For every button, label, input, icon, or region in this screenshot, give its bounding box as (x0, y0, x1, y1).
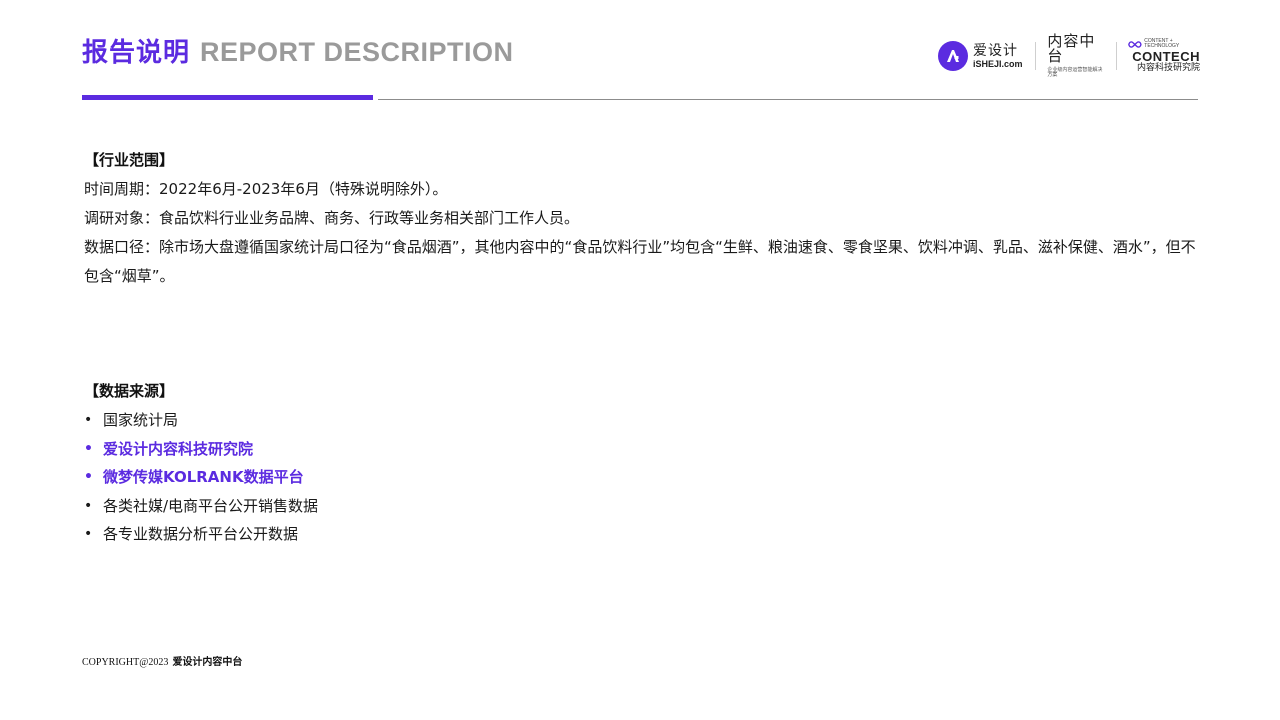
scope-data-definition: 数据口径：除市场大盘遵循国家统计局口径为“食品烟酒”，其他内容中的“食品饮料行业… (84, 238, 1196, 285)
list-item: • 国家统计局 (84, 406, 784, 435)
bullet-icon: • (84, 440, 93, 457)
isheji-logo-en: iSHEJI.com (973, 58, 1023, 69)
contech-logo-small: CONTENT + TECHNOLOGY (1144, 38, 1180, 49)
title-accent-bar (82, 95, 373, 100)
contech-logo: CONTENT + TECHNOLOGY CONTECH 内容科技研究院 (1128, 39, 1200, 73)
contech-logo-cn: 内容科技研究院 (1136, 63, 1200, 73)
scope-survey-target: 调研对象：食品饮料行业业务品牌、商务、行政等业务相关部门工作人员。 (84, 209, 580, 227)
list-item: • 微梦传媒KOLRANK数据平台 (84, 463, 784, 492)
bullet-icon: • (84, 469, 93, 485)
list-item: • 各类社媒/电商平台公开销售数据 (84, 492, 784, 521)
list-item: • 爱设计内容科技研究院 (84, 435, 784, 464)
header-divider (378, 99, 1198, 100)
neirong-logo: 内容中台 企业级内容运营智能解决方案 (1047, 34, 1103, 78)
data-sources-section: 【数据来源】 • 国家统计局 • 爱设计内容科技研究院 • 微梦传媒KOLRANK数据… (84, 381, 784, 549)
data-sources-list: • 国家统计局 • 爱设计内容科技研究院 • 微梦传媒KOLRANK数据平台 • 各类社… (84, 406, 784, 549)
brand-logos: 爱设计 iSHEJI.com 内容中台 企业级内容运营智能解决方案 CONTEN… (938, 34, 1200, 78)
list-item: • 各专业数据分析平台公开数据 (84, 520, 784, 549)
logo-divider (1115, 42, 1117, 70)
contech-logo-en: CONTECH (1132, 49, 1200, 64)
page-title-en: REPORT DESCRIPTION (200, 37, 514, 67)
bullet-icon: • (84, 526, 93, 542)
report-description-page: 报告说明 REPORT DESCRIPTION 爱设计 iSHEJI.com 内… (0, 0, 1280, 720)
neirong-logo-sub: 企业级内容运营智能解决方案 (1047, 67, 1103, 78)
bullet-icon: • (84, 497, 93, 514)
a-letter-logo-icon (938, 41, 968, 71)
page-title: 报告说明 REPORT DESCRIPTION (82, 32, 514, 69)
industry-scope-title: 【行业范围】 (84, 151, 175, 169)
isheji-logo-cn: 爱设计 (973, 42, 1018, 59)
logo-divider (1034, 42, 1036, 70)
industry-scope-section: 【行业范围】 时间周期：2022年6月-2023年6月（特殊说明除外）。 调研对… (84, 150, 1196, 291)
isheji-logo: 爱设计 iSHEJI.com (938, 41, 1023, 71)
copyright-footer: COPYRIGHT@2023 爱设计内容中台 (82, 653, 242, 668)
bullet-icon: • (84, 412, 93, 428)
infinity-logo-icon (1128, 40, 1143, 48)
copyright-text: COPYRIGHT@2023 (82, 657, 169, 668)
copyright-company: 爱设计内容中台 (172, 657, 243, 668)
neirong-logo-cn: 内容中台 (1047, 32, 1096, 65)
page-title-cn: 报告说明 (82, 38, 191, 68)
scope-time-period: 时间周期：2022年6月-2023年6月（特殊说明除外）。 (84, 180, 448, 198)
data-sources-title: 【数据来源】 (84, 382, 175, 400)
